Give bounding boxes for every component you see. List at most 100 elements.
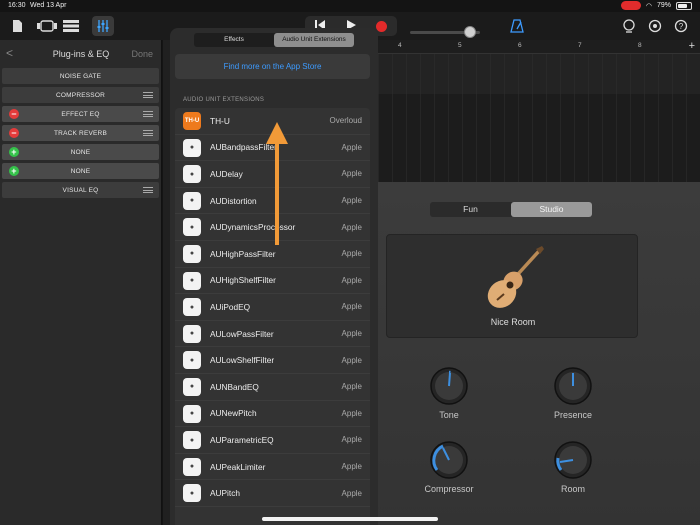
- extension-row[interactable]: ● AUParametricEQ Apple: [175, 427, 370, 454]
- plugin-slot-track-reverb[interactable]: − TRACK REVERB: [2, 125, 159, 141]
- extension-vendor: Apple: [341, 408, 362, 418]
- add-icon[interactable]: +: [9, 166, 19, 176]
- compressor-knob[interactable]: Compressor: [419, 440, 479, 494]
- plugin-picker-popover: Effects Audio Unit Extensions Find more …: [170, 28, 378, 525]
- plugin-slot-visual-eq[interactable]: VISUAL EQ: [2, 182, 159, 198]
- apple-icon: ●: [183, 377, 201, 396]
- extension-name: AULowPassFilter: [210, 328, 274, 339]
- add-icon[interactable]: +: [9, 147, 19, 157]
- apple-icon: ●: [183, 457, 201, 476]
- home-indicator[interactable]: [262, 517, 438, 521]
- extension-vendor: Apple: [341, 462, 362, 472]
- metronome-icon[interactable]: [508, 16, 526, 36]
- extension-row[interactable]: ● AUHighShelfFilter Apple: [175, 268, 370, 295]
- help-icon[interactable]: ?: [672, 16, 690, 36]
- remove-icon[interactable]: −: [9, 128, 19, 138]
- battery-percent: 79%: [656, 2, 671, 9]
- extension-name: AUDelay: [210, 168, 243, 179]
- tracks-area[interactable]: [378, 54, 700, 182]
- tab-audio-unit-extensions[interactable]: Audio Unit Extensions: [274, 33, 354, 47]
- drag-handle-icon[interactable]: [143, 187, 153, 193]
- battery-icon: [676, 1, 692, 10]
- plugin-type-segment: Effects Audio Unit Extensions: [194, 33, 354, 47]
- remove-icon[interactable]: −: [9, 109, 19, 119]
- bar-number: 4: [398, 42, 402, 49]
- plugin-slot-none-2[interactable]: + NONE: [2, 163, 159, 179]
- settings-icon[interactable]: [646, 16, 664, 36]
- slider-knob[interactable]: [464, 26, 476, 38]
- extension-name: AUPitch: [210, 488, 240, 499]
- drag-handle-icon[interactable]: [143, 92, 153, 98]
- track-row[interactable]: [378, 54, 700, 94]
- th-u-icon: TH-U: [183, 112, 201, 130]
- knob-dial[interactable]: [429, 366, 469, 406]
- extension-vendor: Apple: [341, 382, 362, 392]
- apple-icon: ●: [183, 431, 201, 450]
- record-icon: [376, 20, 388, 32]
- guitar-icon: [487, 246, 544, 308]
- plugin-slot-noise-gate[interactable]: NOISE GATE: [2, 68, 159, 84]
- preset-panel[interactable]: Nice Room: [386, 234, 638, 338]
- knob-dial[interactable]: [553, 366, 593, 406]
- plugin-slot-label: NONE: [70, 148, 91, 156]
- tracks-icon[interactable]: [62, 16, 80, 36]
- tab-fun[interactable]: Fun: [430, 202, 511, 217]
- mixer-icon[interactable]: [92, 16, 114, 36]
- plugin-slot-label: EFFECT EQ: [61, 110, 100, 118]
- plugin-slot-effect-eq[interactable]: − EFFECT EQ: [2, 106, 159, 122]
- section-header: AUDIO UNIT EXTENSIONS: [183, 97, 265, 103]
- extension-vendor: Apple: [341, 222, 362, 232]
- extension-row[interactable]: ● AUPeakLimiter Apple: [175, 454, 370, 481]
- screen-record-icon: [620, 1, 641, 10]
- extension-name: AUNewPitch: [210, 408, 257, 419]
- extension-row[interactable]: ● AULowPassFilter Apple: [175, 321, 370, 348]
- extension-vendor: Apple: [341, 488, 362, 498]
- drag-handle-icon[interactable]: [143, 111, 153, 117]
- status-right: ◠ 79%: [620, 1, 692, 10]
- tab-studio[interactable]: Studio: [511, 202, 592, 217]
- extension-row[interactable]: ● AUNBandEQ Apple: [175, 374, 370, 401]
- amp-mode-segment: Fun Studio: [430, 202, 592, 217]
- app-store-link[interactable]: Find more on the App Store: [175, 54, 370, 79]
- extension-name: AUHighPassFilter: [210, 248, 276, 259]
- master-volume-slider[interactable]: [410, 26, 480, 38]
- extension-vendor: Apple: [341, 196, 362, 206]
- extension-row[interactable]: ● AUPitch Apple: [175, 480, 370, 507]
- extension-vendor: Apple: [341, 249, 362, 259]
- knob-label: Presence: [553, 410, 593, 420]
- knob-dial[interactable]: [429, 440, 469, 480]
- extension-vendor: Apple: [341, 329, 362, 339]
- apple-icon: ●: [183, 271, 201, 290]
- plugin-slot-none-1[interactable]: + NONE: [2, 144, 159, 160]
- bar-number: 8: [638, 42, 642, 49]
- apple-icon: ●: [183, 244, 201, 263]
- extension-row[interactable]: ● AUNewPitch Apple: [175, 401, 370, 428]
- drag-handle-icon[interactable]: [143, 130, 153, 136]
- plugin-slot-compressor[interactable]: COMPRESSOR: [2, 87, 159, 103]
- timeline-ruler[interactable]: 4 + 5 6 7 8: [378, 40, 700, 54]
- extension-row[interactable]: ● AUiPodEQ Apple: [175, 294, 370, 321]
- tab-effects[interactable]: Effects: [194, 33, 274, 47]
- plugin-slot-label: TRACK REVERB: [54, 129, 107, 137]
- apple-icon: ●: [183, 351, 201, 370]
- amp-view: Fun Studio Nice Room Tone Presence Compr…: [378, 182, 700, 525]
- svg-text:?: ?: [679, 22, 684, 31]
- extension-row[interactable]: ● AULowShelfFilter Apple: [175, 347, 370, 374]
- apple-icon: ●: [183, 324, 201, 343]
- plugin-slot-label: NONE: [70, 167, 91, 175]
- tone-knob[interactable]: Tone: [419, 366, 479, 420]
- plugins-header: < Plug-ins & EQ Done: [0, 40, 161, 68]
- presence-knob[interactable]: Presence: [543, 366, 603, 420]
- bar-number: 7: [578, 42, 582, 49]
- add-section-icon[interactable]: +: [689, 40, 695, 52]
- loop-icon[interactable]: [620, 16, 638, 36]
- knob-dial[interactable]: [553, 440, 593, 480]
- document-icon[interactable]: [8, 16, 26, 36]
- done-button[interactable]: Done: [131, 49, 153, 59]
- browser-icon[interactable]: [36, 16, 58, 36]
- bar-number: 5: [458, 42, 462, 49]
- extension-name: AUParametricEQ: [210, 434, 274, 445]
- room-knob[interactable]: Room: [543, 440, 603, 494]
- apple-icon: ●: [183, 404, 201, 423]
- apple-icon: ●: [183, 191, 201, 210]
